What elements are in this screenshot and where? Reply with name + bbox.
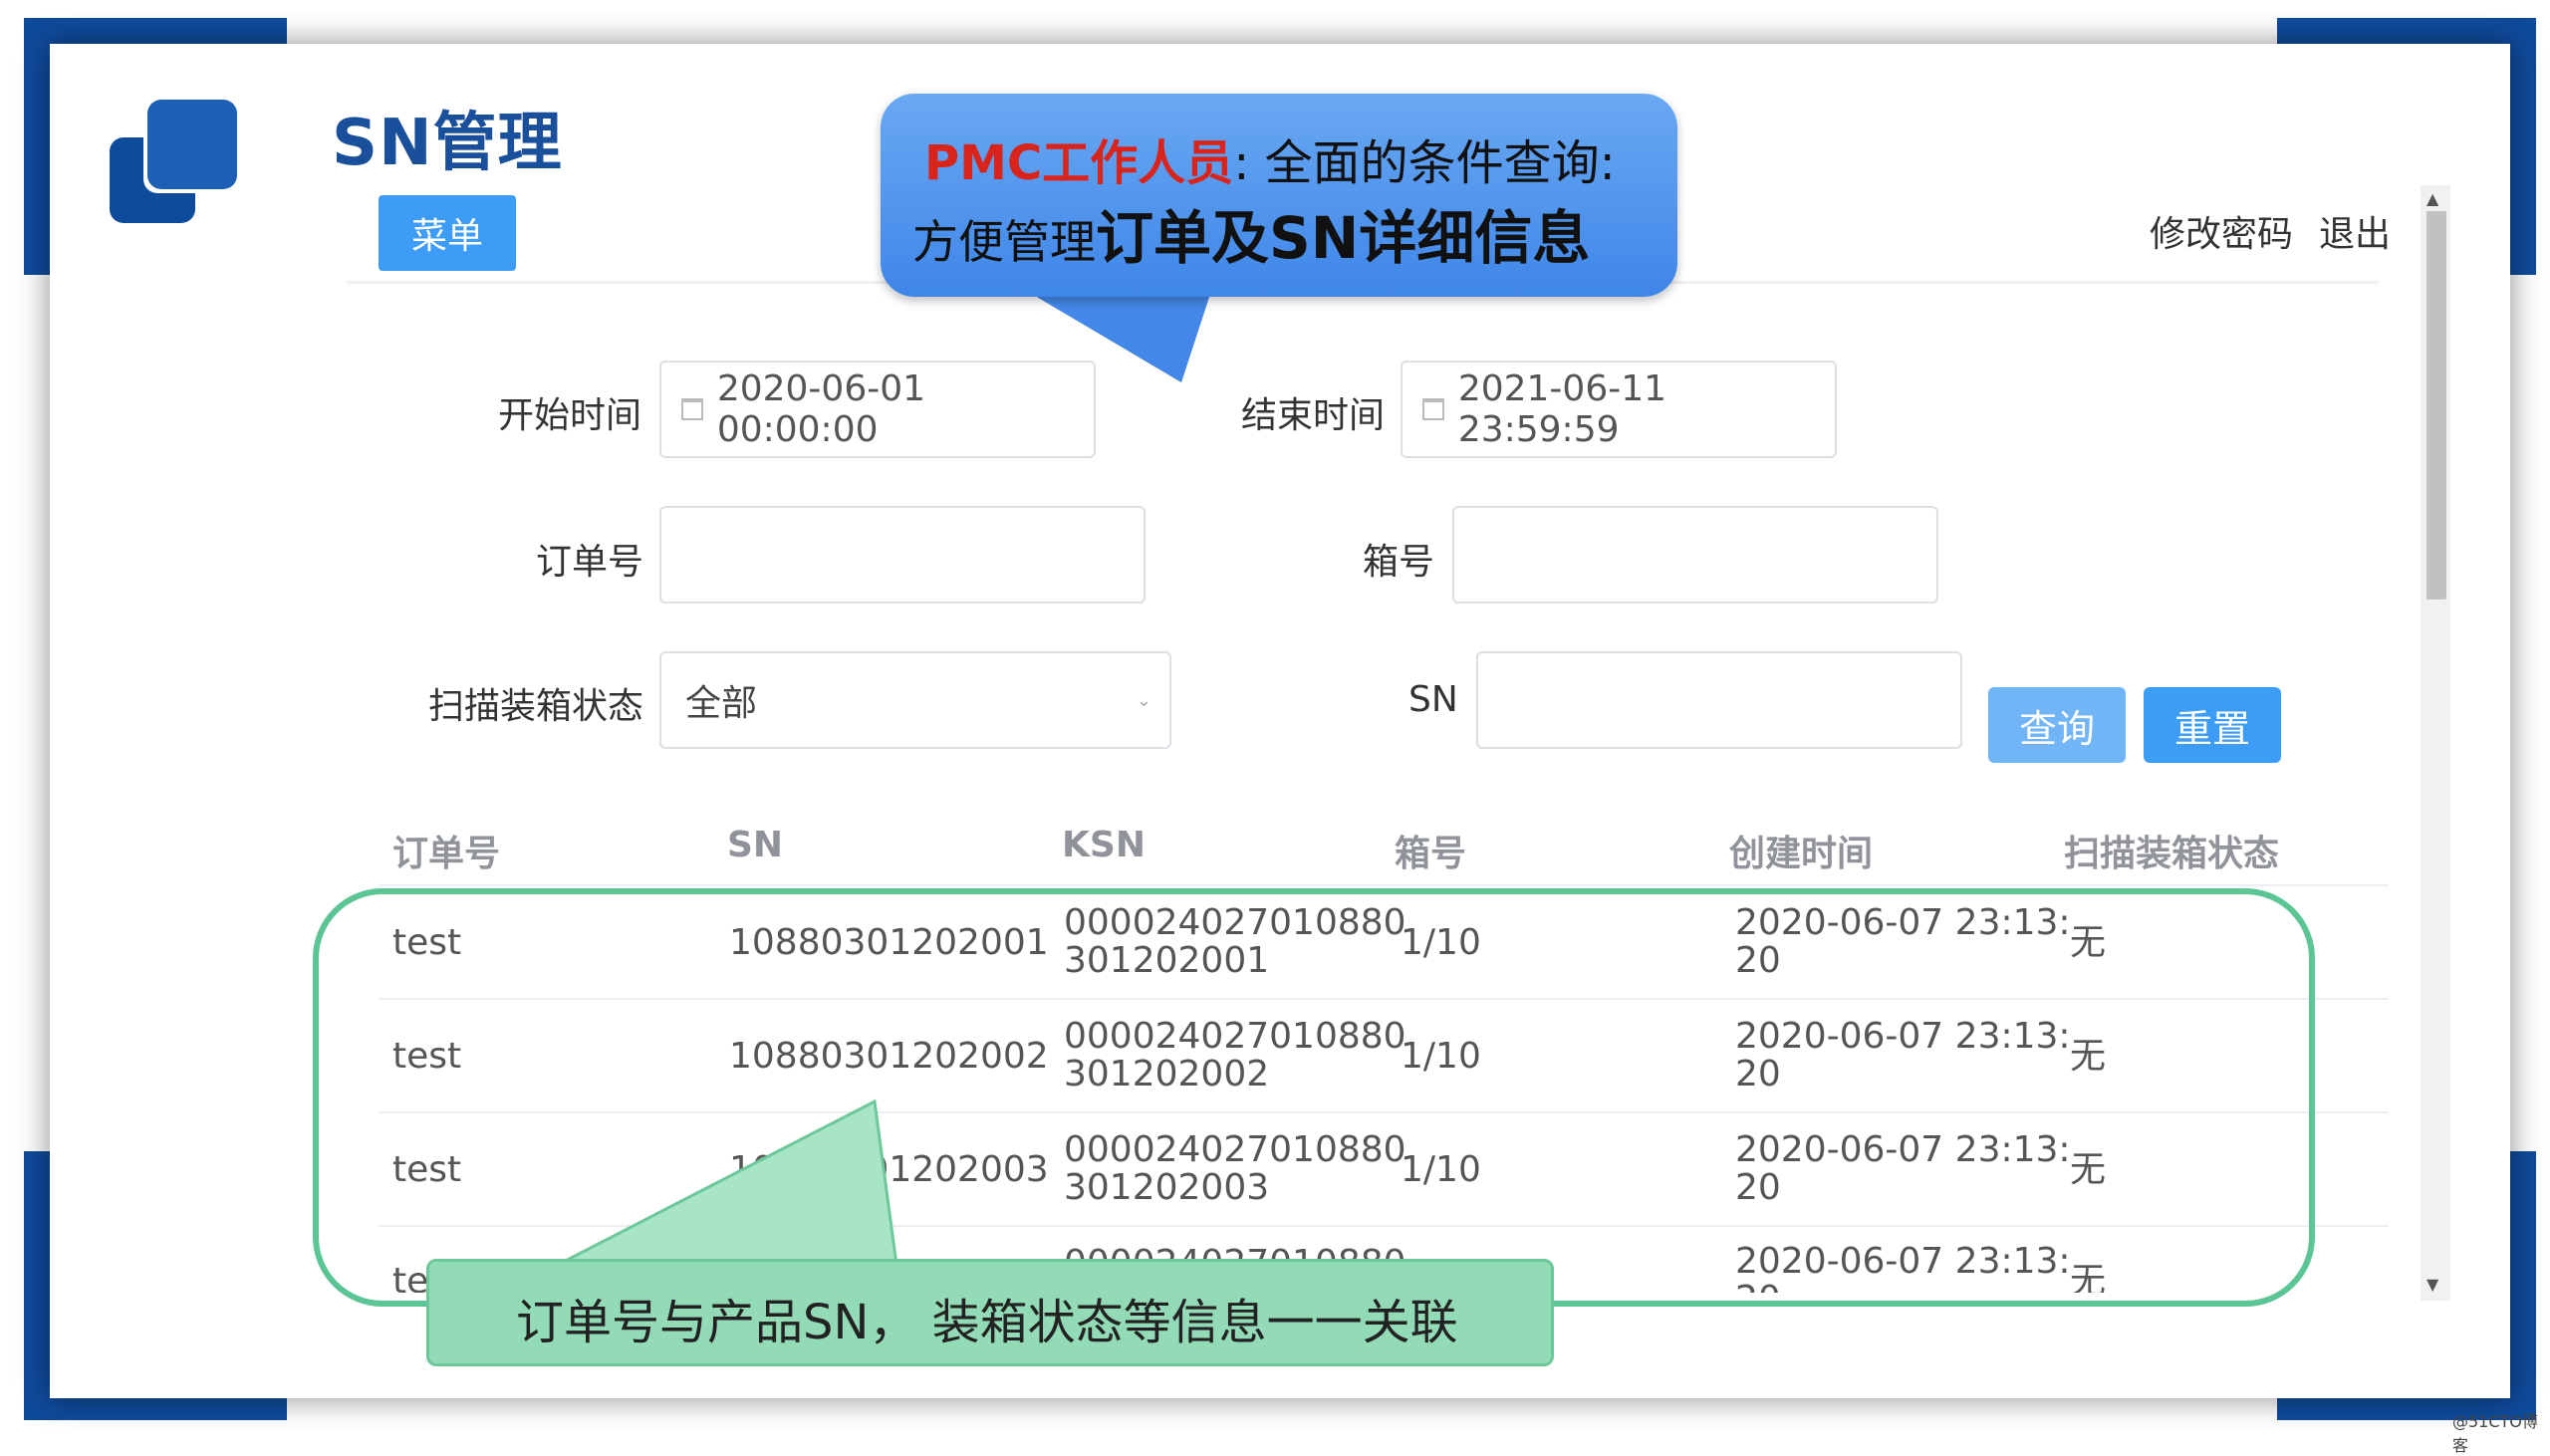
sn-label: SN [1408, 679, 1458, 720]
start-time-label: 开始时间 [498, 395, 642, 436]
top-callout-line2: 方便管理订单及SN详细信息 [912, 191, 1590, 275]
end-time-label: 结束时间 [1241, 395, 1386, 436]
frame-corner-top-right [2277, 18, 2536, 44]
scan-status-select[interactable]: 全部 ⌄ [659, 651, 1171, 749]
end-time-field[interactable]: 2021-06-11 23:59:59 [1401, 361, 1837, 458]
col-header-order[interactable]: 订单号 [392, 825, 500, 876]
frame-corner-bottom-left [24, 1398, 287, 1420]
scan-status-label: 扫描装箱状态 [428, 686, 644, 727]
col-header-ksn[interactable]: KSN [1062, 825, 1146, 865]
calendar-icon [1422, 398, 1444, 420]
top-callout-line2-prefix: 方便管理 [912, 215, 1096, 269]
top-callout-role: PMC工作人员 [924, 135, 1234, 191]
col-header-scan-status[interactable]: 扫描装箱状态 [2064, 825, 2279, 876]
col-header-created[interactable]: 创建时间 [1729, 825, 1873, 876]
frame-corner-top-left-v [24, 18, 50, 275]
col-header-sn[interactable]: SN [727, 825, 783, 865]
watermark: @51CTO博客 [2452, 1412, 2538, 1455]
change-password-link[interactable]: 修改密码 [2150, 205, 2293, 257]
menu-button[interactable]: 菜单 [379, 195, 516, 271]
scroll-up-icon[interactable]: ▲ [2426, 189, 2438, 208]
bottom-callout-text: 订单号与产品SN， 装箱状态等信息一一关联 [516, 1295, 1458, 1350]
top-callout-line1: PMC工作人员: 全面的条件查询: [924, 123, 1616, 193]
box-no-label: 箱号 [1363, 542, 1435, 583]
order-no-input[interactable] [659, 506, 1146, 604]
logo-front-square [147, 100, 237, 189]
frame-corner-bottom-right-v [2510, 1151, 2536, 1420]
scrollbar-thumb[interactable] [2426, 211, 2446, 600]
chevron-down-icon: ⌄ [1136, 689, 1151, 711]
end-time-value: 2021-06-11 23:59:59 [1457, 368, 1667, 450]
top-callout-line2-bold: 订单及SN详细信息 [1096, 204, 1591, 272]
box-no-input[interactable] [1452, 506, 1938, 604]
page-title: SN管理 [332, 107, 563, 180]
bottom-callout-pointer [558, 1098, 898, 1267]
logout-link[interactable]: 退出 [2319, 205, 2391, 257]
scan-status-value: 全部 [685, 683, 758, 724]
scroll-down-icon[interactable]: ▼ [2426, 1275, 2438, 1294]
order-no-label: 订单号 [536, 542, 644, 583]
query-button[interactable]: 查询 [1988, 687, 2126, 763]
sn-input[interactable] [1476, 651, 1962, 749]
calendar-icon [681, 398, 703, 420]
frame-corner-top-left [24, 18, 287, 44]
col-header-box[interactable]: 箱号 [1395, 825, 1466, 876]
top-callout-line1-rest: : 全面的条件查询: [1233, 135, 1616, 191]
frame-corner-top-right-v [2510, 18, 2536, 275]
reset-button[interactable]: 重置 [2144, 687, 2281, 763]
table-header-divider [379, 884, 2389, 886]
